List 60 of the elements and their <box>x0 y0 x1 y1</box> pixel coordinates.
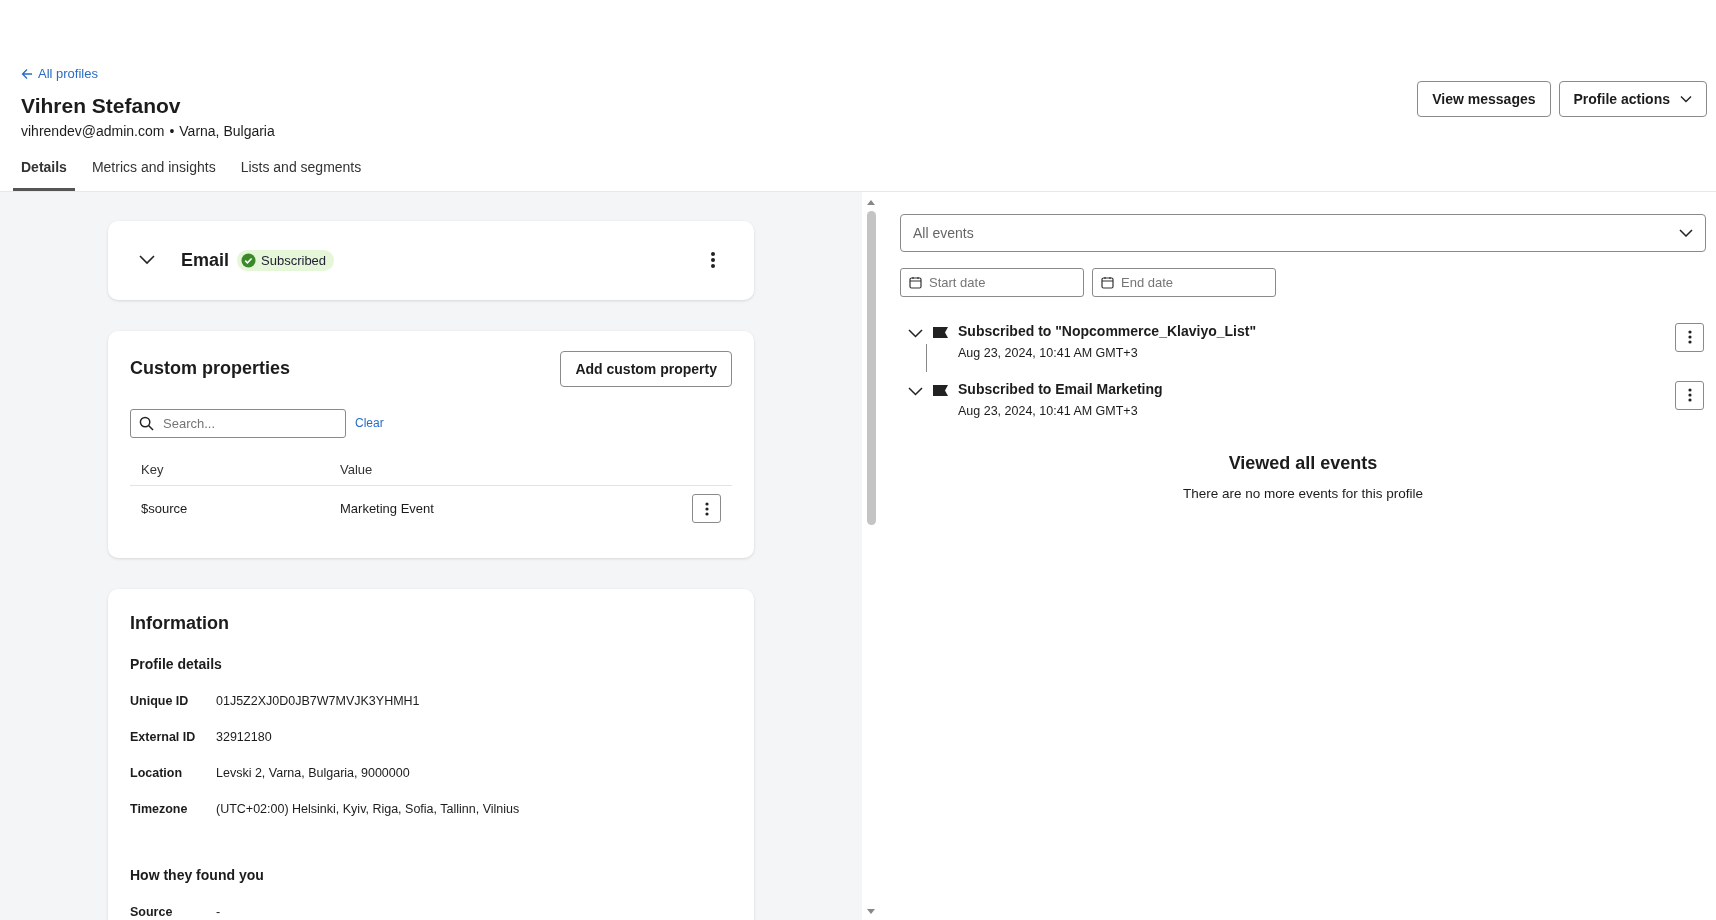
add-property-button[interactable]: Add custom property <box>560 350 732 387</box>
end-message: There are no more events for this profile <box>1181 485 1425 501</box>
chevron-icon[interactable] <box>139 255 155 265</box>
field-label: Timezone <box>130 801 189 816</box>
event-time: Aug 23, 2024, 10:41 AM GMT+3 <box>958 403 1139 418</box>
tab[interactable]: Metrics and insights <box>83 154 224 191</box>
dropdown-button[interactable]: Profile actions <box>1558 80 1707 117</box>
section-title: How they found you <box>130 866 265 883</box>
column-header: Key <box>141 461 165 477</box>
chevron-icon[interactable] <box>907 328 923 338</box>
flag-icon <box>933 384 948 396</box>
header-button[interactable]: View messages <box>1417 80 1551 117</box>
status-badge: Subscribed <box>237 249 335 271</box>
event-filter-dropdown[interactable]: All events <box>900 213 1706 252</box>
profile-email: vihrendev@admin.com <box>21 122 165 139</box>
search-field[interactable]: Search... <box>130 408 346 438</box>
event-title: Subscribed to Email Marketing <box>958 380 1163 397</box>
flag-icon <box>933 326 948 338</box>
start-date-field[interactable]: Start date <box>900 267 1084 297</box>
more-button[interactable] <box>1675 322 1704 352</box>
field-value: Levski 2, Varna, Bulgaria, 9000000 <box>216 765 410 780</box>
field-value: (UTC+02:00) Helsinki, Kyiv, Riga, Sofia, Tallinn, Vilnius <box>216 801 520 816</box>
more-button[interactable] <box>692 494 721 523</box>
back-link[interactable]: All profiles <box>21 66 98 81</box>
more-icon <box>1687 388 1692 402</box>
end-date-field[interactable]: End date <box>1092 267 1276 297</box>
separator-dot: • <box>169 122 175 139</box>
card-title: Information <box>130 612 230 634</box>
chevron-icon <box>1679 228 1693 237</box>
field-label: Unique ID <box>130 693 190 708</box>
caret-icon <box>1680 94 1692 103</box>
search-icon <box>139 415 154 431</box>
card-title: Custom properties <box>130 358 291 379</box>
field-value: - <box>216 904 221 919</box>
more-icon <box>1687 330 1692 344</box>
field-value: 01J5Z2XJ0D0JB7W7MVJK3YHMH1 <box>216 693 420 708</box>
more-button[interactable] <box>1675 380 1704 410</box>
clear-link[interactable]: Clear <box>355 416 384 430</box>
tab[interactable]: Lists and segments <box>232 154 370 191</box>
check-icon <box>241 252 257 268</box>
more-icon <box>704 501 709 516</box>
profile-location: Varna, Bulgaria <box>179 122 275 139</box>
calendar-icon <box>1101 275 1114 289</box>
column-header: Value <box>340 461 374 477</box>
chevron-icon[interactable] <box>907 386 923 396</box>
channel-title: Email <box>181 249 230 271</box>
end-title: Viewed all events <box>1227 452 1379 474</box>
event-title: Subscribed to "Nopcommerce_Klaviyo_List" <box>958 322 1257 339</box>
field-label: Source <box>130 904 174 919</box>
arrow-left-icon <box>21 67 33 80</box>
field-label: External ID <box>130 729 197 744</box>
table-cell-text: Marketing Event <box>340 501 435 516</box>
field-label: Location <box>130 765 184 780</box>
section-title: Profile details <box>130 655 223 672</box>
calendar-icon <box>909 275 922 289</box>
profile-name: Vihren Stefanov <box>21 93 182 118</box>
field-value: 32912180 <box>216 729 272 744</box>
event-time: Aug 23, 2024, 10:41 AM GMT+3 <box>958 345 1139 360</box>
more-icon[interactable] <box>710 251 716 269</box>
table-cell-text: $source <box>141 501 189 516</box>
